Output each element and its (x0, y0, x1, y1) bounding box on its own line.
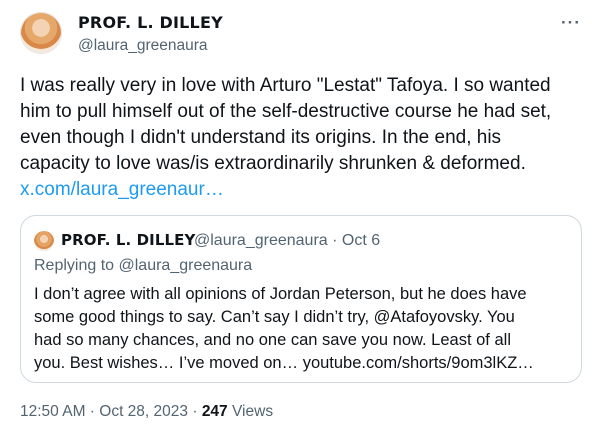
tweet-text-line: him to pull himself out of the self-dest… (20, 101, 552, 122)
tweet-text-line: even though I didn't understand its orig… (20, 127, 502, 148)
quoted-replying-to: Replying to @laura_greenaura (34, 257, 253, 274)
quoted-display-name: PROF. L. DILLEY (61, 231, 196, 249)
quoted-text-line: had so many chances, and no one can save… (34, 331, 511, 349)
views-count[interactable]: 247 (202, 403, 228, 420)
quoted-text: I don’t agree with all opinions of Jorda… (34, 283, 574, 375)
tweet-text: I was really very in love with Arturo "L… (20, 73, 576, 203)
quoted-text-line: some good things to say. Can’t say I did… (34, 308, 515, 326)
display-name[interactable]: PROF. L. DILLEY (78, 13, 223, 32)
views-label: Views (232, 403, 274, 420)
tweet-text-line: capacity to love was/is extraordinarily … (20, 153, 526, 174)
tweet-text-line: I was really very in love with Arturo "L… (20, 75, 551, 96)
quoted-text-line: you. Best wishes… I’ve moved on… youtube… (34, 354, 534, 372)
quoted-text-line: I don’t agree with all opinions of Jorda… (34, 285, 527, 303)
more-options-icon[interactable]: ··· (560, 12, 582, 34)
quoted-handle-date: @laura_greenaura · Oct 6 (194, 232, 381, 249)
tweet-meta: 12:50 AM · Oct 28, 2023 · 247 Views (20, 403, 273, 421)
handle[interactable]: @laura_greenaura (78, 37, 208, 55)
avatar[interactable] (20, 12, 62, 54)
tweet-link[interactable]: x.com/laura_greenaur… (20, 177, 576, 203)
timestamp[interactable]: 12:50 AM · Oct 28, 2023 · (20, 403, 198, 420)
quoted-avatar (34, 231, 54, 251)
tweet[interactable]: PROF. L. DILLEY @laura_greenaura ··· I w… (0, 0, 592, 432)
